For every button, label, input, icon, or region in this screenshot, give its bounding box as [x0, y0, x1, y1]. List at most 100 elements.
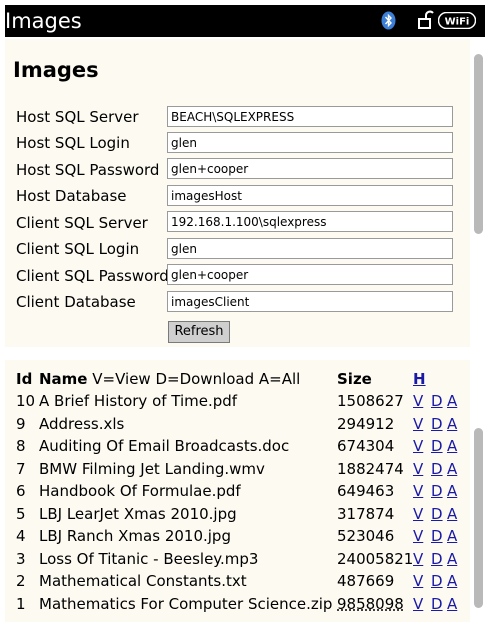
view-link[interactable]: V: [413, 549, 423, 569]
download-link[interactable]: D: [431, 571, 443, 591]
host-sql-server-label: Host SQL Server: [16, 108, 139, 126]
table-row: 5 LBJ LearJet Xmas 2010.jpg 317874 V D A: [0, 504, 470, 526]
host-sql-login-input[interactable]: [167, 132, 453, 153]
download-link[interactable]: D: [431, 504, 443, 524]
download-link[interactable]: D: [431, 391, 443, 411]
row-name: Mathematical Constants.txt: [39, 572, 247, 590]
row-id: 10: [16, 392, 36, 410]
view-link[interactable]: V: [413, 504, 423, 524]
all-link[interactable]: A: [447, 436, 457, 456]
row-id: 4: [16, 527, 26, 545]
download-link[interactable]: D: [431, 549, 443, 569]
view-link[interactable]: V: [413, 436, 423, 456]
client-sql-server-input[interactable]: [167, 211, 453, 232]
bluetooth-icon: [381, 11, 396, 30]
row-name: BMW Filming Jet Landing.wmv: [39, 460, 265, 478]
all-link[interactable]: A: [447, 414, 457, 434]
settings-scrollbar[interactable]: [474, 54, 483, 234]
view-link[interactable]: V: [413, 414, 423, 434]
size-column-header: Size: [337, 370, 372, 388]
table-row: 2 Mathematical Constants.txt 487669 V D …: [0, 571, 470, 593]
unlock-icon: [418, 10, 434, 29]
refresh-button[interactable]: Refresh: [168, 321, 230, 343]
wifi-label: WiFi: [445, 17, 470, 28]
row-id: 9: [16, 415, 26, 433]
h-column-link[interactable]: H: [413, 369, 426, 389]
view-link[interactable]: V: [413, 391, 423, 411]
view-link[interactable]: V: [413, 459, 423, 479]
row-id: 8: [16, 437, 26, 455]
all-link[interactable]: A: [447, 526, 457, 546]
host-sql-server-input[interactable]: [167, 106, 453, 127]
row-id: 6: [16, 482, 26, 500]
client-sql-server-label: Client SQL Server: [16, 214, 148, 232]
row-id: 3: [16, 550, 26, 568]
table-row: 6 Handbook Of Formulae.pdf 649463 V D A: [0, 481, 470, 503]
table-row: 1 Mathematics For Computer Science.zip 9…: [0, 594, 470, 616]
action-legend: V=View D=Download A=All: [92, 370, 301, 388]
host-database-label: Host Database: [16, 187, 127, 205]
files-scrollbar[interactable]: [474, 428, 483, 608]
view-link[interactable]: V: [413, 594, 423, 614]
table-row: 3 Loss Of Titanic - Beesley.mp3 24005821…: [0, 549, 470, 571]
row-size: 294912: [337, 415, 395, 433]
client-database-input[interactable]: [167, 291, 453, 312]
table-row: 10 A Brief History of Time.pdf 1508627 V…: [0, 391, 470, 413]
row-size: 674304: [337, 437, 395, 455]
row-name: LBJ Ranch Xmas 2010.jpg: [39, 527, 231, 545]
download-link[interactable]: D: [431, 526, 443, 546]
all-link[interactable]: A: [447, 594, 457, 614]
row-id: 5: [16, 505, 26, 523]
id-column-header: Id: [16, 370, 33, 388]
client-sql-login-label: Client SQL Login: [16, 240, 140, 258]
download-link[interactable]: D: [431, 459, 443, 479]
download-link[interactable]: D: [431, 481, 443, 501]
row-name: Handbook Of Formulae.pdf: [39, 482, 241, 500]
row-size: 24005821: [337, 550, 414, 568]
row-size: 317874: [337, 505, 395, 523]
row-size: 1508627: [337, 392, 404, 410]
row-name: Auditing Of Email Broadcasts.doc: [39, 437, 290, 455]
client-database-label: Client Database: [16, 293, 136, 311]
download-link[interactable]: D: [431, 436, 443, 456]
row-size: 487669: [337, 572, 395, 590]
row-name: LBJ LearJet Xmas 2010.jpg: [39, 505, 237, 523]
title-bar: Images WiFi: [5, 5, 485, 37]
host-sql-password-label: Host SQL Password: [16, 161, 160, 179]
row-size: 9858098: [337, 595, 404, 613]
view-link[interactable]: V: [413, 481, 423, 501]
page-heading: Images: [13, 58, 99, 82]
host-database-input[interactable]: [167, 185, 453, 206]
all-link[interactable]: A: [447, 481, 457, 501]
client-sql-login-input[interactable]: [167, 238, 453, 259]
download-link[interactable]: D: [431, 414, 443, 434]
all-link[interactable]: A: [447, 504, 457, 524]
wifi-icon: WiFi: [438, 12, 476, 29]
table-row: 9 Address.xls 294912 V D A: [0, 414, 470, 436]
row-name: A Brief History of Time.pdf: [39, 392, 238, 410]
row-name: Mathematics For Computer Science.zip: [39, 595, 333, 613]
table-row: 8 Auditing Of Email Broadcasts.doc 67430…: [0, 436, 470, 458]
name-column-header: Name V=View D=Download A=All: [39, 370, 301, 388]
view-link[interactable]: V: [413, 571, 423, 591]
client-sql-password-label: Client SQL Password: [16, 267, 169, 285]
row-id: 1: [16, 595, 26, 613]
all-link[interactable]: A: [447, 571, 457, 591]
app-title: Images: [5, 9, 82, 33]
row-size: 523046: [337, 527, 395, 545]
client-sql-password-input[interactable]: [167, 264, 453, 285]
download-link[interactable]: D: [431, 594, 443, 614]
row-name: Loss Of Titanic - Beesley.mp3: [39, 550, 259, 568]
row-size: 1882474: [337, 460, 404, 478]
row-size: 649463: [337, 482, 395, 500]
row-id: 7: [16, 460, 26, 478]
all-link[interactable]: A: [447, 549, 457, 569]
table-row: 4 LBJ Ranch Xmas 2010.jpg 523046 V D A: [0, 526, 470, 548]
row-name: Address.xls: [39, 415, 125, 433]
view-link[interactable]: V: [413, 526, 423, 546]
row-id: 2: [16, 572, 26, 590]
host-sql-login-label: Host SQL Login: [16, 134, 130, 152]
all-link[interactable]: A: [447, 459, 457, 479]
all-link[interactable]: A: [447, 391, 457, 411]
host-sql-password-input[interactable]: [167, 158, 453, 179]
